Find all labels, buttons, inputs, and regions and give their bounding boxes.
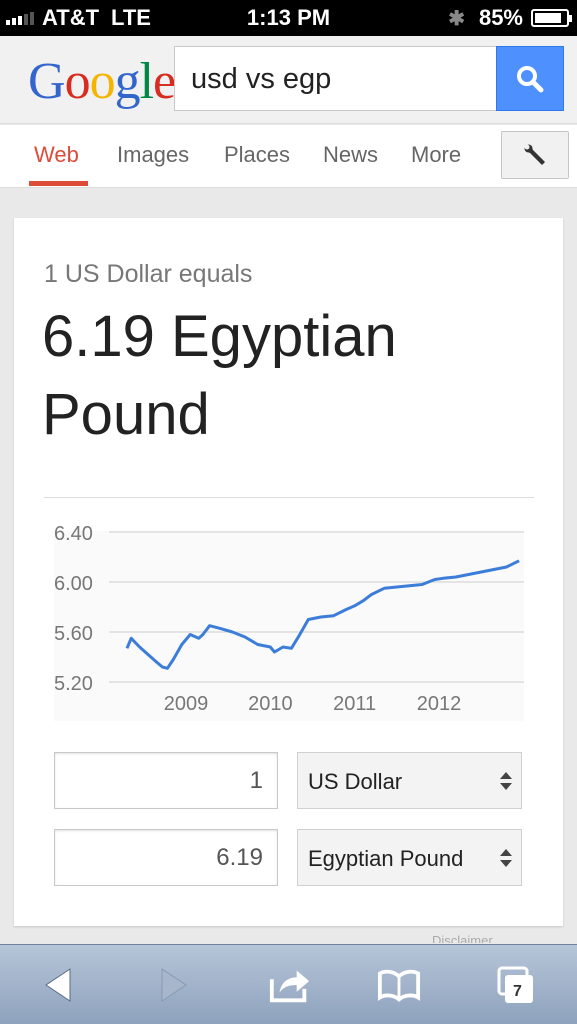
back-arrow-icon — [45, 968, 71, 1002]
bluetooth-icon: ✱ — [448, 7, 465, 30]
bookmarks-icon — [377, 969, 421, 1002]
share-button[interactable] — [268, 963, 312, 1007]
tabs-button[interactable]: 7 — [494, 963, 538, 1007]
tab-more[interactable]: More — [411, 142, 461, 168]
to-currency-select[interactable]: Egyptian Pound — [297, 829, 522, 886]
search-icon — [517, 65, 544, 92]
y-tick-label: 5.60 — [54, 623, 93, 645]
from-currency-label: US Dollar — [308, 769, 403, 794]
conversion-result: 6.19 Egyptian Pound — [42, 304, 397, 447]
x-tick-label: 2012 — [417, 693, 462, 715]
equals-label: 1 US Dollar equals — [44, 260, 253, 288]
forward-button[interactable] — [152, 963, 196, 1007]
y-tick-label: 5.20 — [54, 673, 93, 695]
battery-icon — [531, 9, 572, 27]
search-input[interactable]: usd vs egp — [174, 46, 496, 111]
battery-percent: 85% — [478, 5, 523, 30]
status-bar: AT&T LTE 1:13 PM ✱ 85% — [0, 0, 577, 36]
tab-images[interactable]: Images — [117, 142, 189, 168]
share-icon — [269, 970, 310, 1003]
from-currency-select[interactable]: US Dollar — [297, 752, 522, 809]
x-tick-label: 2009 — [164, 693, 209, 715]
back-button[interactable] — [36, 963, 80, 1007]
exchange-rate-chart: 6.40 6.00 5.60 5.20 2009 2010 2011 2012 — [54, 523, 524, 721]
bookmarks-button[interactable] — [377, 963, 421, 1007]
active-tab-indicator — [29, 181, 88, 186]
divider — [44, 497, 534, 498]
forward-arrow-icon — [161, 968, 187, 1002]
to-currency-label: Egyptian Pound — [308, 846, 464, 871]
status-right: ✱ 85% — [448, 5, 572, 31]
y-tick-label: 6.00 — [54, 573, 93, 595]
y-tick-label: 6.40 — [54, 523, 93, 545]
from-amount-input[interactable]: 1 — [54, 752, 278, 809]
currency-converter-card: 1 US Dollar equals 6.19 Egyptian Pound 6… — [14, 218, 563, 926]
disclaimer-link[interactable]: Disclaimer — [432, 933, 493, 943]
google-logo[interactable]: Google — [28, 52, 176, 111]
select-arrows-icon — [500, 772, 512, 790]
tabs-count: 7 — [513, 983, 522, 1000]
wrench-icon — [524, 144, 545, 165]
search-tools-button[interactable] — [501, 131, 569, 179]
safari-toolbar: 7 — [0, 944, 577, 1024]
select-arrows-icon — [500, 849, 512, 867]
x-tick-label: 2011 — [333, 693, 376, 715]
google-header: Google usd vs egp — [0, 36, 577, 124]
tab-web[interactable]: Web — [34, 142, 79, 168]
tab-places[interactable]: Places — [224, 142, 290, 168]
tab-news[interactable]: News — [323, 142, 378, 168]
to-amount-input[interactable]: 6.19 — [54, 829, 278, 886]
search-tabs: Web Images Places News More — [0, 125, 577, 188]
x-tick-label: 2010 — [248, 693, 293, 715]
search-button[interactable] — [496, 46, 564, 111]
